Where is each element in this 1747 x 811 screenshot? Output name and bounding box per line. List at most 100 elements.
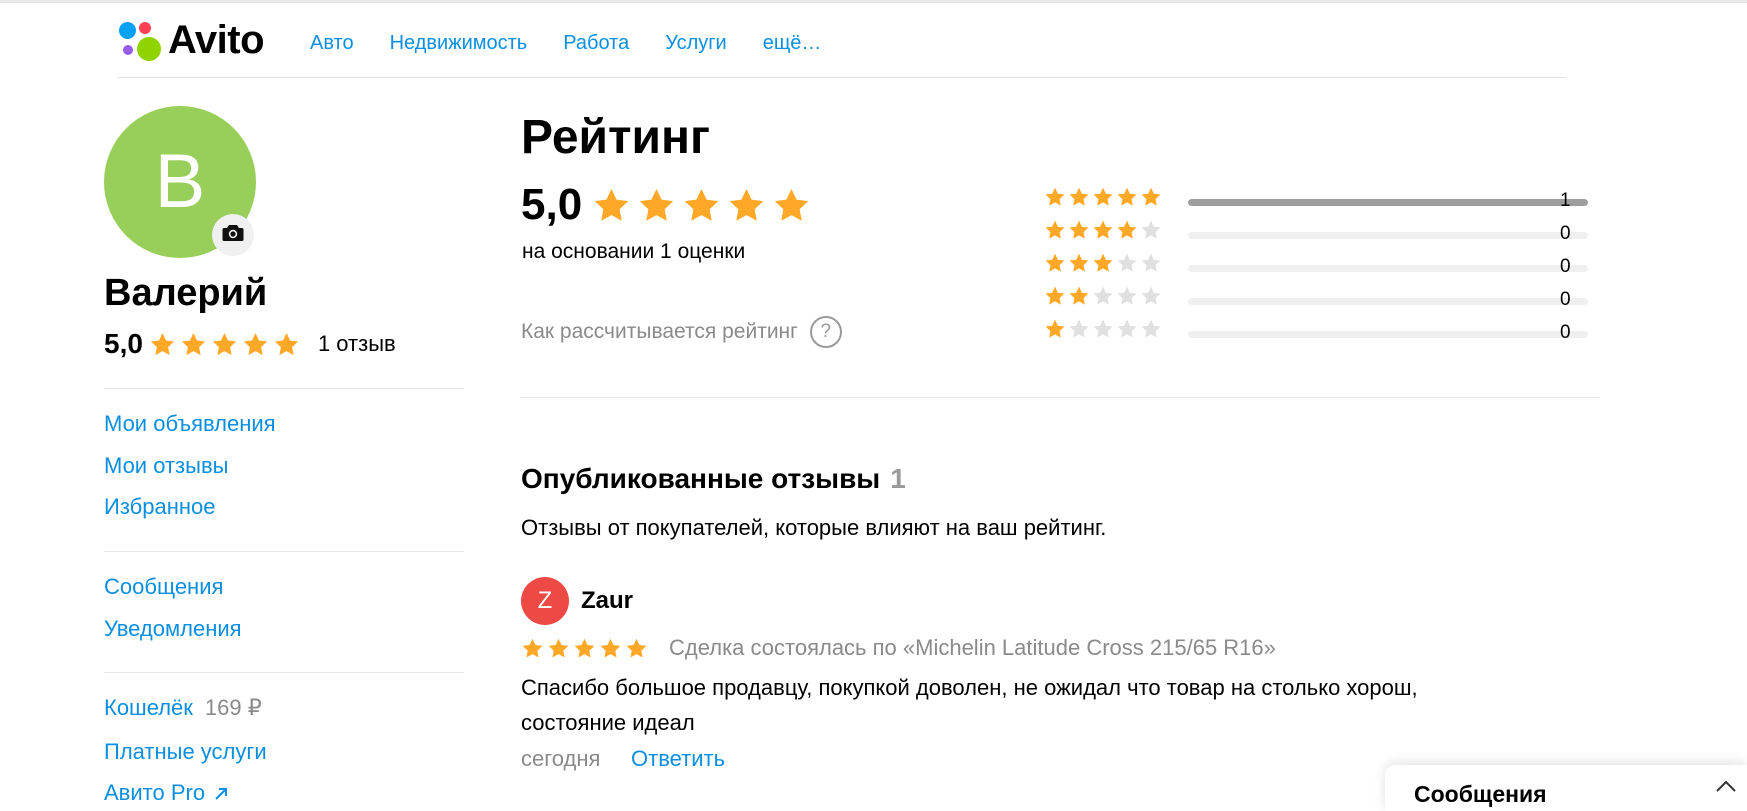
distribution-count: 0 xyxy=(1560,223,1571,244)
star-filled-icon xyxy=(772,186,811,225)
distribution-stars xyxy=(1044,285,1164,307)
chevron-up-icon[interactable] xyxy=(1715,779,1737,798)
messages-panel[interactable]: Сообщения xyxy=(1385,765,1747,811)
logo-text: Avito xyxy=(168,17,265,62)
messages-panel-title: Сообщения xyxy=(1414,781,1547,807)
distribution-bar xyxy=(1188,298,1588,305)
overall-rating: 5,0 xyxy=(521,180,817,230)
avito-pro-label[interactable]: Авито Pro xyxy=(104,780,205,805)
sidebar-item-favorites[interactable]: Избранное xyxy=(104,494,216,520)
star-filled-icon xyxy=(599,637,622,660)
star-empty-icon xyxy=(1116,285,1138,307)
distribution-bar xyxy=(1188,265,1588,272)
star-empty-icon xyxy=(1140,285,1162,307)
distribution-row-1: 0 xyxy=(1044,318,1588,351)
star-filled-icon xyxy=(592,186,631,225)
star-filled-icon xyxy=(682,186,721,225)
star-empty-icon xyxy=(1068,318,1090,340)
star-filled-icon xyxy=(1068,219,1090,241)
how-rating-calculated[interactable]: Как рассчитывается рейтинг ? xyxy=(521,316,842,348)
sidebar-item-wallet[interactable]: Кошелёк 169 ₽ xyxy=(104,695,262,721)
star-filled-icon xyxy=(211,331,238,358)
published-reviews-subtitle: Отзывы от покупателей, которые влияют на… xyxy=(521,515,1107,540)
distribution-row-4: 0 xyxy=(1044,219,1588,252)
distribution-count: 1 xyxy=(1560,190,1571,211)
reply-button[interactable]: Ответить xyxy=(631,746,725,772)
star-filled-icon xyxy=(1044,285,1066,307)
distribution-bar xyxy=(1188,199,1588,206)
distribution-bar xyxy=(1188,331,1588,338)
section-divider xyxy=(521,397,1599,398)
rating-title: Рейтинг xyxy=(521,111,711,164)
star-filled-icon xyxy=(637,186,676,225)
nav-more[interactable]: ещё… xyxy=(763,32,822,55)
user-name: Валерий xyxy=(104,272,268,314)
distribution-stars xyxy=(1044,219,1164,241)
how-rating-calculated-label[interactable]: Как рассчитывается рейтинг xyxy=(521,320,798,344)
distribution-bar xyxy=(1188,232,1588,239)
user-rating-stars xyxy=(149,331,304,358)
distribution-count: 0 xyxy=(1560,322,1571,343)
nav-services[interactable]: Услуги xyxy=(665,32,727,55)
star-filled-icon xyxy=(1068,186,1090,208)
sidebar-divider xyxy=(104,551,464,552)
star-empty-icon xyxy=(1092,318,1114,340)
reviewer-name[interactable]: Zaur xyxy=(581,587,633,615)
star-filled-icon xyxy=(1044,318,1066,340)
user-rating: 5,0 1 отзыв xyxy=(104,328,396,360)
star-filled-icon xyxy=(1092,219,1114,241)
nav-realty[interactable]: Недвижимость xyxy=(390,32,528,55)
published-reviews-count: 1 xyxy=(890,463,906,494)
review-rating: Сделка состоялась по «Michelin Latitude … xyxy=(521,635,1276,661)
user-reviews-count-link[interactable]: 1 отзыв xyxy=(318,331,396,357)
published-reviews-label: Опубликованные отзывы xyxy=(521,463,881,494)
distribution-stars xyxy=(1044,318,1164,340)
review-deal: Сделка состоялась по «Michelin Latitude … xyxy=(669,635,1276,660)
sidebar-item-avito-pro[interactable]: Авито Pro xyxy=(104,780,229,808)
star-filled-icon xyxy=(625,637,648,660)
star-filled-icon xyxy=(180,331,207,358)
reviewer-avatar[interactable]: Z xyxy=(521,577,569,625)
header: Avito Авто Недвижимость Работа Услуги ещ… xyxy=(118,12,1566,78)
camera-icon xyxy=(222,224,244,247)
distribution-stars xyxy=(1044,186,1164,208)
review-stars xyxy=(521,637,651,660)
wallet-amount: 169 ₽ xyxy=(204,695,262,720)
distribution-count: 0 xyxy=(1560,289,1571,310)
nav-jobs[interactable]: Работа xyxy=(563,32,629,55)
star-filled-icon xyxy=(727,186,766,225)
star-empty-icon xyxy=(1140,219,1162,241)
overall-rating-stars xyxy=(592,186,817,225)
external-link-icon xyxy=(213,782,229,808)
distribution-stars xyxy=(1044,252,1164,274)
wallet-label[interactable]: Кошелёк xyxy=(104,695,193,720)
distribution-bar-fill xyxy=(1188,199,1588,206)
change-photo-button[interactable] xyxy=(212,214,254,256)
sidebar-item-notifications[interactable]: Уведомления xyxy=(104,616,242,642)
star-filled-icon xyxy=(1068,252,1090,274)
distribution-row-5: 1 xyxy=(1044,186,1588,219)
star-filled-icon xyxy=(1092,252,1114,274)
review-text: Спасибо большое продавцу, покупкой довол… xyxy=(521,675,1418,735)
avito-logo[interactable]: Avito xyxy=(118,16,265,64)
star-empty-icon xyxy=(1092,285,1114,307)
sidebar-item-my-ads[interactable]: Мои объявления xyxy=(104,411,276,437)
sidebar-item-messages[interactable]: Сообщения xyxy=(104,574,223,600)
star-filled-icon xyxy=(242,331,269,358)
star-filled-icon xyxy=(1044,219,1066,241)
star-filled-icon xyxy=(1116,186,1138,208)
star-empty-icon xyxy=(1116,318,1138,340)
star-empty-icon xyxy=(1140,252,1162,274)
review-date: сегодня xyxy=(521,746,601,771)
star-filled-icon xyxy=(1044,252,1066,274)
star-empty-icon xyxy=(1140,318,1162,340)
star-filled-icon xyxy=(1092,186,1114,208)
user-rating-value: 5,0 xyxy=(104,328,143,359)
star-filled-icon xyxy=(521,637,544,660)
help-icon[interactable]: ? xyxy=(809,316,842,348)
top-nav: Авто Недвижимость Работа Услуги ещё… xyxy=(310,32,821,55)
sidebar-item-my-reviews[interactable]: Мои отзывы xyxy=(104,453,228,479)
star-filled-icon xyxy=(1140,186,1162,208)
sidebar-item-paid-services[interactable]: Платные услуги xyxy=(104,739,267,765)
nav-auto[interactable]: Авто xyxy=(310,32,354,55)
